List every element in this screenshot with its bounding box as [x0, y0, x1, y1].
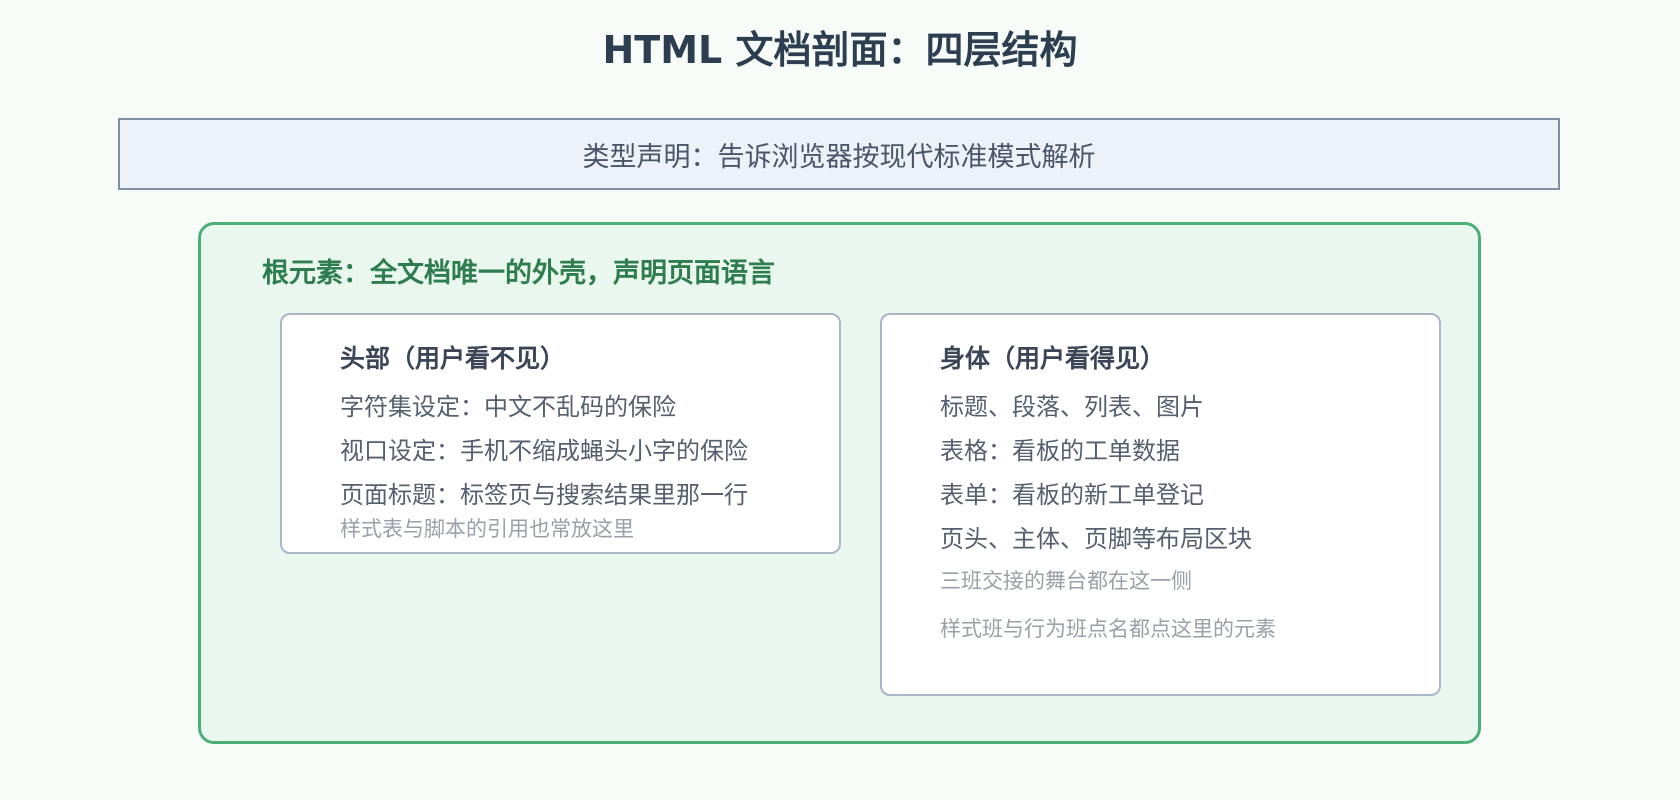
- doctype-box: 类型声明：告诉浏览器按现代标准模式解析: [118, 118, 1560, 190]
- head-item-viewport: 视口设定：手机不缩成蝇头小字的保险: [340, 437, 748, 465]
- body-item-layout: 页头、主体、页脚等布局区块: [940, 525, 1252, 553]
- doctype-label: 类型声明：告诉浏览器按现代标准模式解析: [582, 141, 1096, 173]
- body-item-table: 表格：看板的工单数据: [940, 437, 1180, 465]
- head-item-title: 页面标题：标签页与搜索结果里那一行: [340, 481, 748, 509]
- diagram-title: HTML 文档剖面：四层结构: [602, 28, 1078, 72]
- root-element-box: 根元素：全文档唯一的外壳，声明页面语言 头部（用户看不见） 字符集设定：中文不乱…: [198, 222, 1481, 744]
- body-item-content: 标题、段落、列表、图片: [940, 393, 1204, 421]
- root-element-label: 根元素：全文档唯一的外壳，声明页面语言: [262, 258, 775, 289]
- body-title: 身体（用户看得见）: [940, 344, 1166, 373]
- head-note: 样式表与脚本的引用也常放这里: [340, 517, 634, 541]
- body-note-selectors: 样式班与行为班点名都点这里的元素: [940, 617, 1276, 641]
- head-panel: 头部（用户看不见） 字符集设定：中文不乱码的保险 视口设定：手机不缩成蝇头小字的…: [280, 313, 841, 554]
- body-note-stage: 三班交接的舞台都在这一侧: [940, 569, 1192, 593]
- head-title: 头部（用户看不见）: [340, 344, 566, 373]
- head-item-charset: 字符集设定：中文不乱码的保险: [340, 393, 676, 421]
- body-item-form: 表单：看板的新工单登记: [940, 481, 1204, 509]
- body-panel: 身体（用户看得见） 标题、段落、列表、图片 表格：看板的工单数据 表单：看板的新…: [880, 313, 1441, 696]
